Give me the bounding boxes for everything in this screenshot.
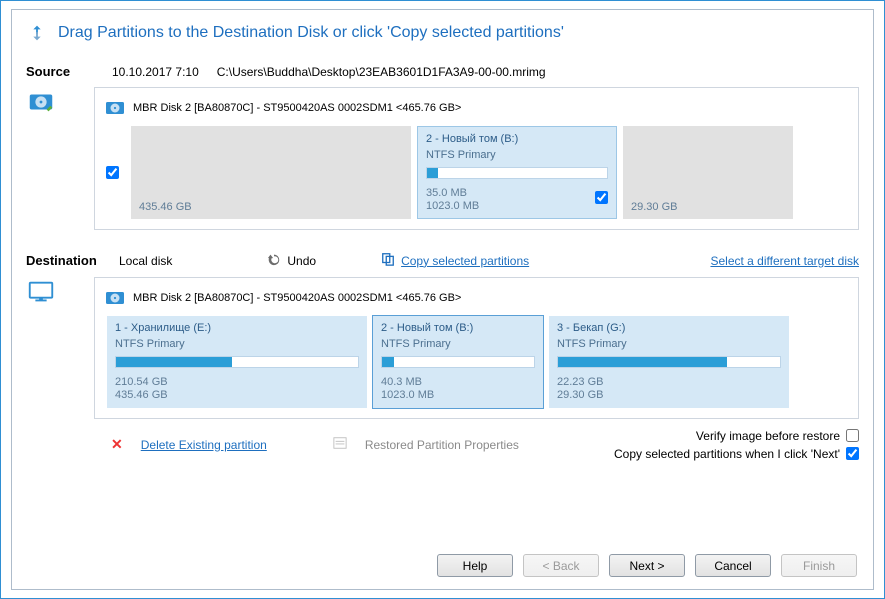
copy-on-next-checkbox[interactable]: [846, 447, 859, 460]
destination-disk-title: MBR Disk 2 [BA80870C] - ST9500420AS 0002…: [133, 292, 461, 304]
select-target-link[interactable]: Select a different target disk: [710, 254, 859, 268]
destination-disk-box: MBR Disk 2 [BA80870C] - ST9500420AS 0002…: [94, 277, 859, 418]
partition-sizes: 22.23 GB29.30 GB: [557, 376, 781, 401]
source-partition[interactable]: 2 - Новый том (B:) NTFS Primary 35.0 MB102…: [417, 126, 617, 219]
partition-fs: NTFS Primary: [115, 338, 359, 350]
partition-usage-bar: [426, 167, 608, 179]
partition-checkbox[interactable]: [595, 191, 608, 204]
delete-x-icon: ✕: [111, 436, 123, 453]
delete-partition-link[interactable]: Delete Existing partition: [141, 438, 267, 452]
wizard-button-row: Help < Back Next > Cancel Finish: [437, 554, 857, 577]
partition-fs: NTFS Primary: [381, 338, 535, 350]
partition-name: 2 - Новый том (B:): [426, 133, 608, 145]
restored-props-label: Restored Partition Properties: [365, 438, 519, 452]
partition-sizes: 35.0 MB1023.0 MB: [426, 187, 608, 212]
source-timestamp: 10.10.2017 7:10: [112, 65, 199, 79]
source-select-all-checkbox[interactable]: [106, 166, 119, 179]
cancel-button[interactable]: Cancel: [695, 554, 771, 577]
copy-icon: [381, 252, 395, 269]
next-button[interactable]: Next >: [609, 554, 685, 577]
restored-props-icon: [333, 436, 347, 453]
partition-usage-bar: [115, 356, 359, 368]
source-path: C:\Users\Buddha\Desktop\23EAB3601D1FA3A9…: [217, 65, 546, 79]
copy-selected-link[interactable]: Copy selected partitions: [401, 254, 529, 268]
partition-usage-bar: [557, 356, 781, 368]
undo-button[interactable]: Undo: [287, 254, 316, 268]
partition-sizes: 210.54 GB435.46 GB: [115, 376, 359, 401]
partition-fs: NTFS Primary: [426, 149, 608, 161]
refresh-swap-icon: [26, 22, 48, 44]
destination-partition[interactable]: 3 - Бекап (G:) NTFS Primary 22.23 GB29.30 …: [549, 316, 789, 407]
destination-computer-icon: [26, 277, 82, 307]
source-partition[interactable]: 29.30 GB: [623, 126, 793, 219]
partition-name: 3 - Бекап (G:): [557, 322, 781, 334]
destination-subtitle: Local disk: [119, 254, 172, 268]
back-button[interactable]: < Back: [523, 554, 599, 577]
partition-usage-bar: [381, 356, 535, 368]
source-disk-icon: [26, 87, 82, 117]
partition-name: 2 - Новый том (B:): [381, 322, 535, 334]
destination-label: Destination: [26, 253, 99, 268]
source-disk-title: MBR Disk 2 [BA80870C] - ST9500420AS 0002…: [133, 102, 461, 114]
copy-on-next-label: Copy selected partitions when I click 'N…: [614, 447, 840, 461]
finish-button[interactable]: Finish: [781, 554, 857, 577]
partition-size: 29.30 GB: [631, 201, 785, 214]
destination-partition[interactable]: 2 - Новый том (B:) NTFS Primary 40.3 MB102…: [373, 316, 543, 407]
partition-size: 435.46 GB: [139, 201, 403, 214]
disk-icon: [103, 286, 127, 310]
source-info-row: Source 10.10.2017 7:10 C:\Users\Buddha\D…: [26, 64, 859, 79]
source-disk-box: MBR Disk 2 [BA80870C] - ST9500420AS 0002…: [94, 87, 859, 230]
partition-sizes: 40.3 MB1023.0 MB: [381, 376, 535, 401]
disk-icon: [103, 96, 127, 120]
help-button[interactable]: Help: [437, 554, 513, 577]
verify-checkbox[interactable]: [846, 429, 859, 442]
source-label: Source: [26, 64, 94, 79]
verify-option[interactable]: Verify image before restore: [614, 429, 859, 443]
partition-name: 1 - Хранилище (E:): [115, 322, 359, 334]
copy-on-next-option[interactable]: Copy selected partitions when I click 'N…: [614, 447, 859, 461]
undo-icon: [267, 252, 281, 269]
wizard-header: Drag Partitions to the Destination Disk …: [26, 22, 859, 44]
destination-partition[interactable]: 1 - Хранилище (E:) NTFS Primary 210.54 GB4…: [107, 316, 367, 407]
partition-fs: NTFS Primary: [557, 338, 781, 350]
source-partition[interactable]: 435.46 GB: [131, 126, 411, 219]
verify-label: Verify image before restore: [696, 429, 840, 443]
wizard-title: Drag Partitions to the Destination Disk …: [58, 24, 564, 42]
